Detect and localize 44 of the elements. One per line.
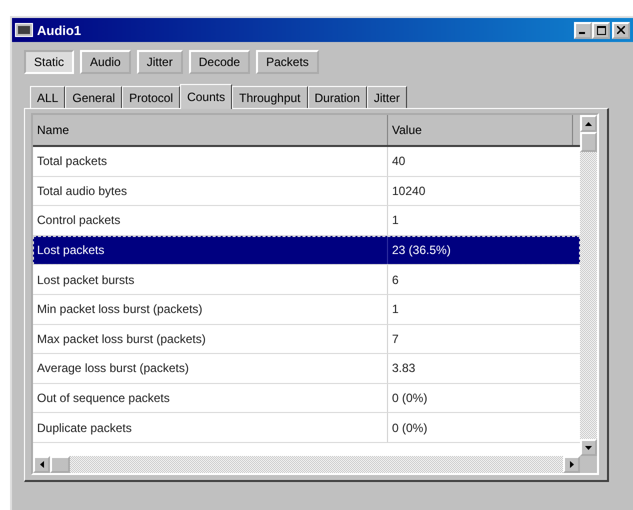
table-row[interactable]: Max packet loss burst (packets) 7 (33, 324, 580, 354)
tab[interactable]: General (65, 86, 122, 108)
table-cell: Average loss burst (packets) (33, 354, 388, 383)
view-button[interactable]: Packets (256, 50, 319, 74)
table-row[interactable]: Out of sequence packets 0 (0%) (33, 384, 580, 414)
column-header[interactable]: Name (33, 115, 388, 145)
tab[interactable]: Protocol (122, 86, 180, 108)
table-row[interactable]: Total packets 40 (33, 147, 580, 177)
table-cell: Control packets (33, 206, 388, 235)
table-cell: Lost packets (33, 236, 388, 264)
table-row[interactable]: Min packet loss burst (packets) 1 (33, 294, 580, 325)
view-button[interactable]: Decode (188, 50, 250, 74)
table-cell-text: 3.83 (391, 361, 416, 376)
table-cell: Min packet loss burst (packets) (33, 294, 388, 324)
table-cell: Total packets (33, 147, 388, 176)
table-row[interactable]: Lost packets 23 (36.5%) (33, 236, 580, 266)
table-cell-text: 1 (391, 302, 400, 316)
table-cell: Out of sequence packets (33, 384, 388, 412)
table-cell-text: 6 (391, 272, 400, 287)
table-cell-text: 1 (391, 213, 400, 228)
table-row[interactable]: Lost packet bursts 6 (33, 265, 580, 295)
tab[interactable]: ALL (30, 86, 66, 108)
column-header[interactable]: Value (388, 115, 573, 145)
table-cell: Max packet loss burst (packets) (33, 324, 388, 354)
table-cell-text: 23 (36.5%) (391, 243, 452, 258)
table-cell: Lost packet bursts (33, 265, 388, 294)
view-button[interactable]: Static (24, 50, 74, 74)
tab[interactable]: Counts (180, 84, 232, 109)
table-cell-text: 7 (391, 332, 400, 346)
table-cell: Duplicate packets (33, 413, 388, 442)
tab[interactable]: Jitter (366, 86, 407, 108)
window-title: Audio1 (37, 22, 82, 38)
view-button[interactable]: Jitter (136, 50, 183, 74)
view-button[interactable]: Audio (80, 50, 131, 74)
tab[interactable]: Throughput (232, 86, 308, 108)
table-cell-text: 40 (391, 154, 406, 168)
table-row[interactable]: Duplicate packets 0 (0%) (33, 413, 580, 443)
table-cell-text: 10240 (391, 184, 426, 198)
tab[interactable]: Duration (308, 86, 367, 108)
table-row[interactable]: Total audio bytes 10240 (33, 176, 580, 206)
table-cell-text: 0 (0%) (391, 420, 428, 435)
table-row[interactable]: Average loss burst (packets) 3.83 (33, 354, 580, 384)
table-cell: Total audio bytes (33, 176, 388, 206)
table-cell-text: 0 (0%) (391, 391, 428, 406)
